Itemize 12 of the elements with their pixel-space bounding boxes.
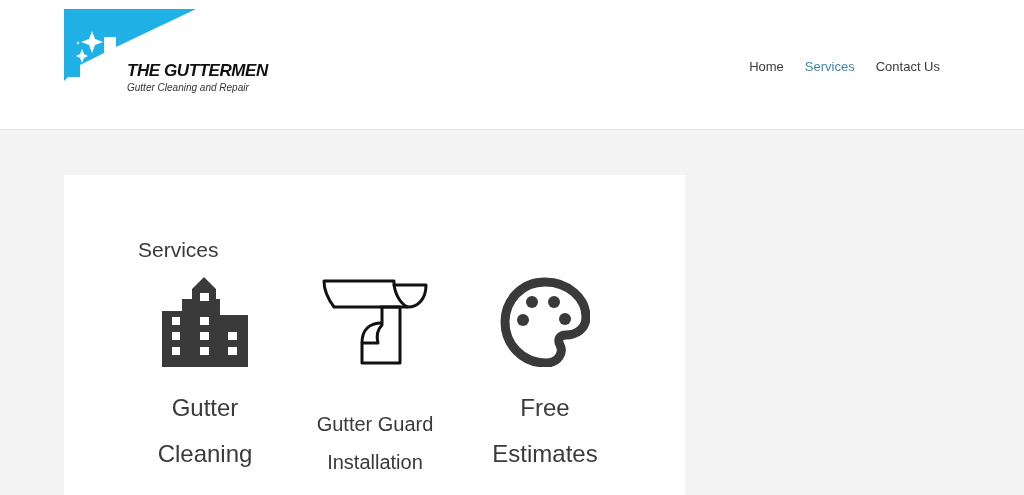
- gutter-icon: [322, 279, 428, 365]
- service-label: Gutter Cleaning: [156, 393, 254, 469]
- service-label: Free Estimates: [491, 393, 599, 469]
- section-heading: Services: [138, 237, 220, 263]
- palette-icon: [500, 277, 590, 367]
- nav-link[interactable]: Contact Us: [875, 57, 940, 77]
- building-icon: [162, 277, 248, 367]
- service-label: Gutter Guard Installation: [315, 412, 435, 475]
- logo-name: THE GUTTERMEN: [127, 62, 268, 79]
- nav-link[interactable]: Home: [749, 57, 784, 77]
- nav-link[interactable]: Services: [804, 57, 855, 77]
- logo-tagline: Gutter Cleaning and Repair: [127, 83, 249, 93]
